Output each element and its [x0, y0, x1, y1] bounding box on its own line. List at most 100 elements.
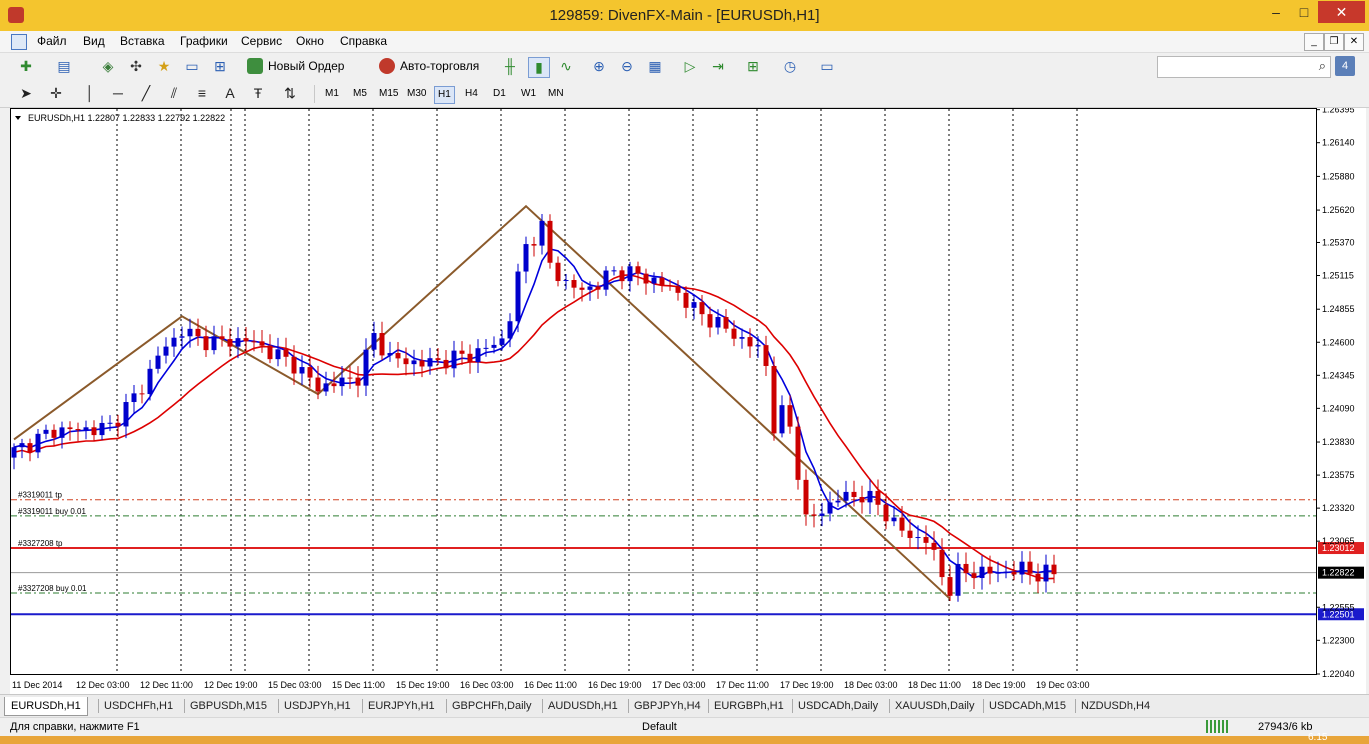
timeframe-m30[interactable]: M30: [404, 86, 429, 102]
tab-gbpusdh-m15[interactable]: GBPUSDh,M15: [190, 697, 267, 715]
tab-usdchfh-h1[interactable]: USDCHFh,H1: [104, 697, 173, 715]
chart-window[interactable]: 1.23012 1.22822 1.22501 11 Dec 2014 12 Dec …: [10, 108, 1366, 694]
terminal-icon[interactable]: ▭: [182, 57, 202, 76]
search-icon[interactable]: ⌕: [1319, 58, 1326, 74]
search-input[interactable]: ⌕: [1157, 56, 1331, 78]
candlestick-icon[interactable]: ▮: [528, 57, 550, 78]
timeframe-w1[interactable]: W1: [518, 86, 539, 102]
candle-body: [1043, 564, 1049, 582]
candle-body: [715, 317, 721, 328]
tab-eurjpyh-h1[interactable]: EURJPYh,H1: [368, 697, 435, 715]
chart-window-icon[interactable]: [11, 34, 27, 50]
menu-help[interactable]: Справка: [340, 34, 387, 48]
new-chart-icon[interactable]: ✚: [16, 57, 36, 76]
time-axis-label: 18 Dec 11:00: [908, 680, 961, 690]
zoom-out-icon[interactable]: ⊖: [617, 57, 637, 76]
menu-bar: Файл Вид Вставка Графики Сервис Окно Спр…: [0, 31, 1369, 53]
menu-charts[interactable]: Графики: [180, 34, 228, 48]
standard-toolbar: ✚ ▤ ◈ ✣ ★ ▭ ⊞ Новый Ордер Авто-торговля …: [0, 53, 1369, 81]
candle-body: [827, 502, 833, 514]
candle-body: [563, 280, 569, 282]
tab-usdjpyh-h1[interactable]: USDJPYh,H1: [284, 697, 351, 715]
zoom-in-icon[interactable]: ⊕: [589, 57, 609, 76]
timeframe-mn[interactable]: MN: [545, 86, 567, 102]
time-axis-label: 12 Dec 11:00: [140, 680, 193, 690]
candle-body: [99, 422, 105, 436]
tab-audusdh-h1[interactable]: AUDUSDh,H1: [548, 697, 618, 715]
timeframe-m15[interactable]: M15: [376, 86, 401, 102]
price-axis-label: 1.24090: [1322, 403, 1355, 413]
candle-body: [355, 377, 361, 386]
new-order-icon: [247, 58, 263, 74]
vertical-line-icon[interactable]: │: [80, 84, 100, 103]
price-axis-label: 1.26395: [1322, 108, 1355, 115]
tab-gbpjpyh-h4[interactable]: GBPJPYh,H4: [634, 697, 701, 715]
candle-body: [27, 443, 33, 453]
candle-body: [419, 360, 425, 367]
price-chart[interactable]: 1.230121.228221.22501 11 Dec 2014 12 Dec …: [10, 108, 1366, 694]
menu-insert[interactable]: Вставка: [120, 34, 165, 48]
chart-shift-icon[interactable]: ⇥: [708, 57, 728, 76]
tab-xauusdh-daily[interactable]: XAUUSDh,Daily: [895, 697, 974, 715]
profiles-icon[interactable]: ▤: [54, 57, 74, 76]
candle-body: [219, 336, 225, 340]
menu-view[interactable]: Вид: [83, 34, 105, 48]
menu-window[interactable]: Окно: [296, 34, 324, 48]
candle-body: [123, 402, 129, 427]
mdi-close-button[interactable]: ✕: [1344, 33, 1364, 51]
menu-tools[interactable]: Сервис: [241, 34, 282, 48]
indicators-icon[interactable]: ⊞: [743, 57, 763, 76]
crosshair-icon[interactable]: ✛: [46, 84, 66, 103]
autotrading-button[interactable]: Авто-торговля: [378, 57, 479, 76]
horizontal-line-icon[interactable]: ─: [108, 84, 128, 103]
candle-body: [179, 336, 185, 338]
maximize-button[interactable]: □: [1292, 1, 1316, 23]
timeframe-m1[interactable]: M1: [322, 86, 342, 102]
mdi-minimize-button[interactable]: _: [1304, 33, 1324, 51]
fibonacci-icon[interactable]: ≡: [192, 84, 212, 103]
tester-icon[interactable]: ⊞: [210, 57, 230, 76]
bar-chart-icon[interactable]: ╫: [500, 57, 520, 76]
candle-body: [259, 341, 265, 346]
timeframe-h1[interactable]: H1: [434, 86, 455, 104]
templates-icon[interactable]: ▭: [817, 57, 837, 76]
periods-icon[interactable]: ◷: [780, 57, 800, 76]
candle-body: [75, 429, 81, 431]
timeframe-h4[interactable]: H4: [462, 86, 481, 102]
trendline-icon[interactable]: ╱: [136, 84, 156, 103]
tile-windows-icon[interactable]: ▦: [645, 57, 665, 76]
connection-status-icon[interactable]: [1206, 720, 1228, 733]
mdi-restore-button[interactable]: ❐: [1324, 33, 1344, 51]
equidistant-channel-icon[interactable]: ⫽: [164, 84, 184, 103]
tab-separator: [98, 699, 99, 713]
candle-body: [531, 244, 537, 246]
new-order-button[interactable]: Новый Ордер: [246, 57, 344, 76]
timeframe-m5[interactable]: M5: [350, 86, 370, 102]
autoscroll-icon[interactable]: ▷: [680, 57, 700, 76]
tab-eurgbph-h1[interactable]: EURGBPh,H1: [714, 697, 784, 715]
tab-usdcadh-m15[interactable]: USDCADh,M15: [989, 697, 1066, 715]
data-window-icon[interactable]: ★: [154, 57, 174, 76]
text-label-icon[interactable]: Ŧ: [248, 84, 268, 103]
tab-usdcadh-daily[interactable]: USDCADh,Daily: [798, 697, 878, 715]
minimize-button[interactable]: –: [1264, 1, 1288, 23]
market-watch-icon[interactable]: ◈: [98, 57, 118, 76]
tab-nzdusdh-h4[interactable]: NZDUSDh,H4: [1081, 697, 1150, 715]
notification-badge[interactable]: 4: [1335, 56, 1355, 76]
text-icon[interactable]: A: [220, 84, 240, 103]
candle-body: [651, 277, 657, 284]
line-chart-icon[interactable]: ∿: [556, 57, 576, 76]
tab-gbpchfh-daily[interactable]: GBPCHFh,Daily: [452, 697, 531, 715]
tab-eurusdh-h1[interactable]: EURUSDh,H1: [4, 697, 88, 716]
menu-file[interactable]: Файл: [37, 34, 67, 48]
timeframe-d1[interactable]: D1: [490, 86, 509, 102]
tab-separator: [889, 699, 890, 713]
arrows-icon[interactable]: ⇅: [280, 84, 300, 103]
cursor-icon[interactable]: ➤: [16, 84, 36, 103]
candle-body: [603, 270, 609, 290]
navigator-icon[interactable]: ✣: [126, 57, 146, 76]
candle-body: [59, 427, 65, 438]
help-hint: Для справки, нажмите F1: [10, 721, 140, 733]
close-button[interactable]: ✕: [1318, 1, 1365, 23]
price-axis-label: 1.22040: [1322, 669, 1355, 679]
